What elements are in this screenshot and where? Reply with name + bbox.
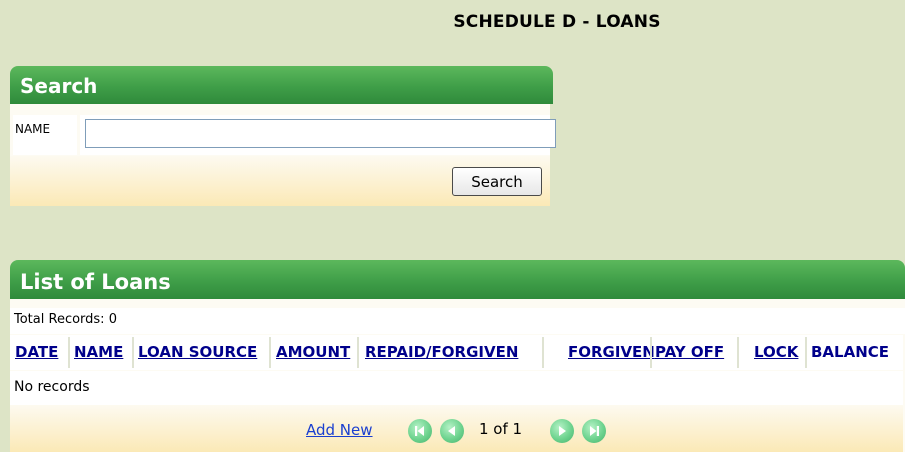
column-header-name[interactable]: NAME [74, 343, 123, 361]
column-separator [805, 337, 807, 368]
search-name-row: NAME [10, 109, 556, 155]
column-separator [269, 337, 271, 368]
loans-panel: Total Records: 0 DATE NAME LOAN SOURCE A… [10, 299, 905, 452]
search-button-bar: Search [10, 156, 550, 206]
no-records-row: No records [10, 371, 903, 405]
total-records: Total Records: 0 [10, 308, 905, 334]
page-indicator: 1 of 1 [479, 420, 523, 438]
add-new-link[interactable]: Add New [306, 421, 373, 439]
column-header-loan-source[interactable]: LOAN SOURCE [138, 343, 257, 361]
column-header-forgiven[interactable]: FORGIVEN [568, 343, 655, 361]
name-search-input[interactable] [85, 119, 556, 148]
column-separator [68, 337, 70, 368]
loans-panel-header: List of Loans [10, 260, 905, 299]
page-title: SCHEDULE D - LOANS [453, 12, 661, 32]
next-page-icon[interactable] [550, 419, 574, 443]
first-page-icon[interactable] [408, 419, 432, 443]
search-panel-header: Search [10, 66, 553, 104]
column-header-pay-off[interactable]: PAY OFF [655, 343, 724, 361]
column-header-repaid-forgiven[interactable]: REPAID/FORGIVEN [365, 343, 518, 361]
column-header-date[interactable]: DATE [15, 343, 58, 361]
total-records-label: Total Records: [14, 312, 105, 327]
column-separator [542, 337, 544, 368]
column-separator [357, 337, 359, 368]
pager-bar: Add New 1 of 1 [10, 405, 903, 452]
column-separator [650, 337, 652, 368]
column-header-lock[interactable]: LOCK [754, 343, 798, 361]
search-panel: NAME Search [10, 104, 556, 206]
column-header-amount[interactable]: AMOUNT [276, 343, 350, 361]
column-separator [737, 337, 739, 368]
name-label: NAME [13, 115, 77, 155]
column-header-balance: BALANCE [811, 343, 890, 361]
name-cell [80, 115, 556, 155]
search-button[interactable]: Search [452, 167, 542, 196]
table-header-row: DATE NAME LOAN SOURCE AMOUNT REPAID/FORG… [10, 335, 903, 370]
total-records-value: 0 [108, 312, 117, 327]
previous-page-icon[interactable] [440, 419, 464, 443]
column-separator [132, 337, 134, 368]
last-page-icon[interactable] [582, 419, 606, 443]
